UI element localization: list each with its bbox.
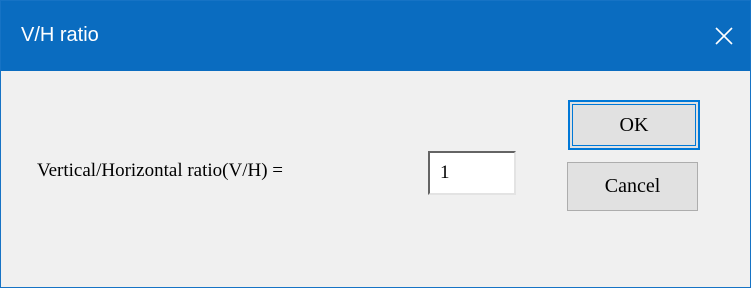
cancel-button-label: Cancel — [604, 175, 661, 197]
close-button[interactable] — [698, 1, 750, 71]
title-bar[interactable]: V/H ratio — [1, 1, 750, 71]
ratio-input[interactable] — [428, 151, 516, 195]
cancel-button[interactable]: Cancel — [567, 162, 698, 211]
dialog-title: V/H ratio — [21, 24, 99, 46]
vh-ratio-dialog: V/H ratio Vertical/Horizontal ratio(V/H)… — [0, 0, 751, 288]
dialog-body: Vertical/Horizontal ratio(V/H) = OK Canc… — [1, 71, 750, 287]
ok-button-label: OK — [619, 113, 649, 136]
ratio-label: Vertical/Horizontal ratio(V/H) = — [37, 160, 284, 181]
close-icon — [714, 26, 734, 46]
ok-button[interactable]: OK — [568, 100, 700, 150]
